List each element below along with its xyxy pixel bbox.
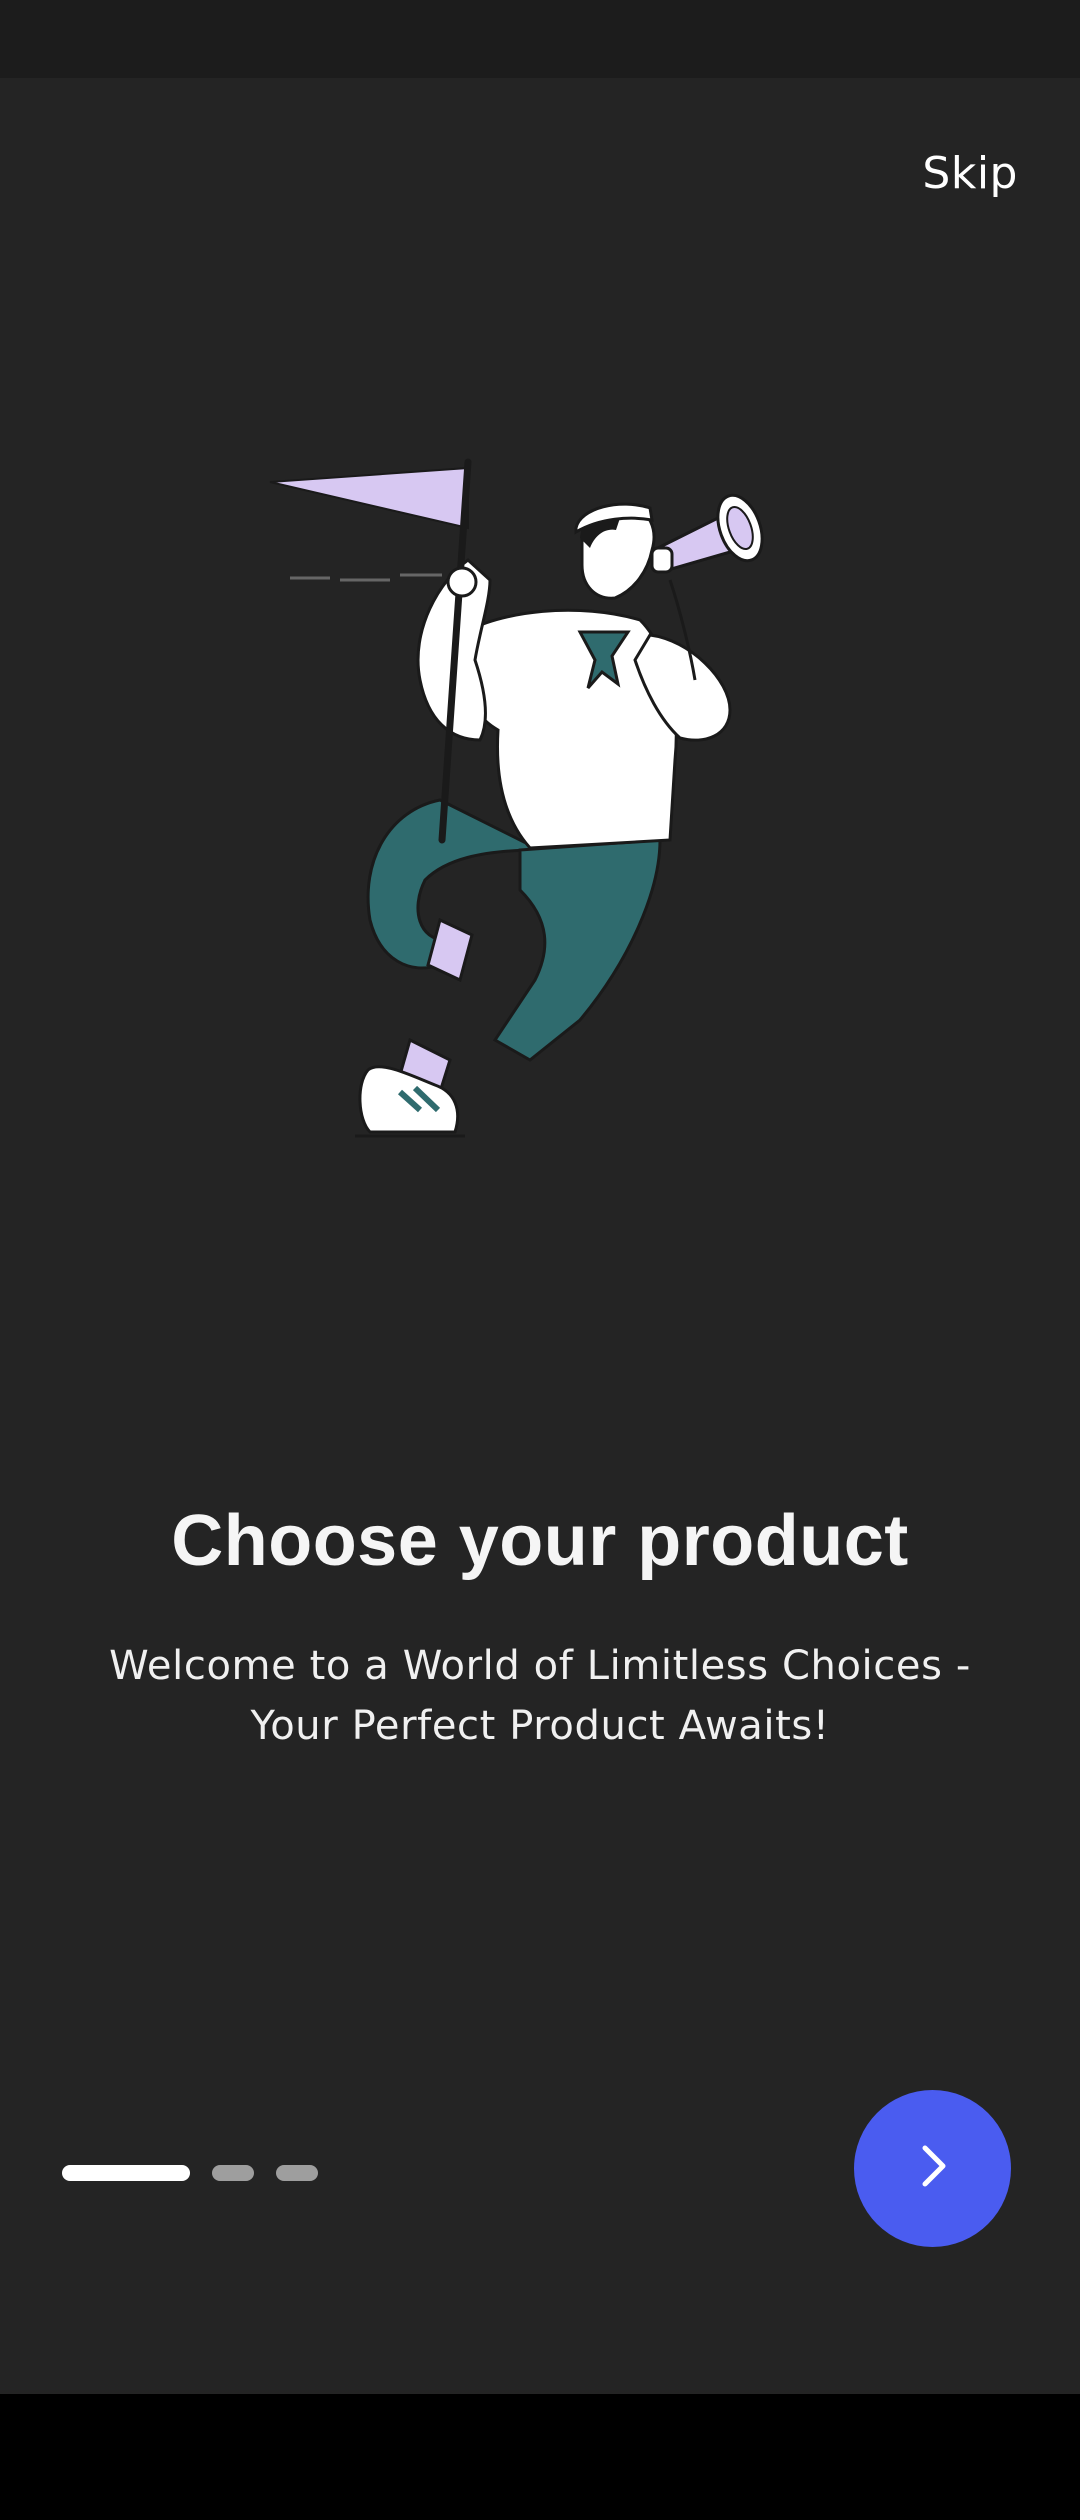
page-indicator-dot-active xyxy=(62,2165,190,2181)
page-subtitle: Welcome to a World of Limitless Choices … xyxy=(109,1643,971,1749)
system-navigation-bar xyxy=(0,2394,1080,2520)
skip-button[interactable]: Skip xyxy=(922,148,1018,199)
onboarding-illustration xyxy=(250,420,850,1160)
page-indicator-dot xyxy=(276,2165,318,2181)
onboarding-screen: Skip Choose your product Welcome to a Wo… xyxy=(0,0,1080,2520)
next-button[interactable] xyxy=(854,2090,1011,2247)
page-title: Choose your product xyxy=(171,1501,909,1581)
status-bar xyxy=(0,0,1080,78)
chevron-right-icon xyxy=(903,2136,963,2201)
page-indicator-dot xyxy=(212,2165,254,2181)
page-indicator xyxy=(62,2165,318,2181)
